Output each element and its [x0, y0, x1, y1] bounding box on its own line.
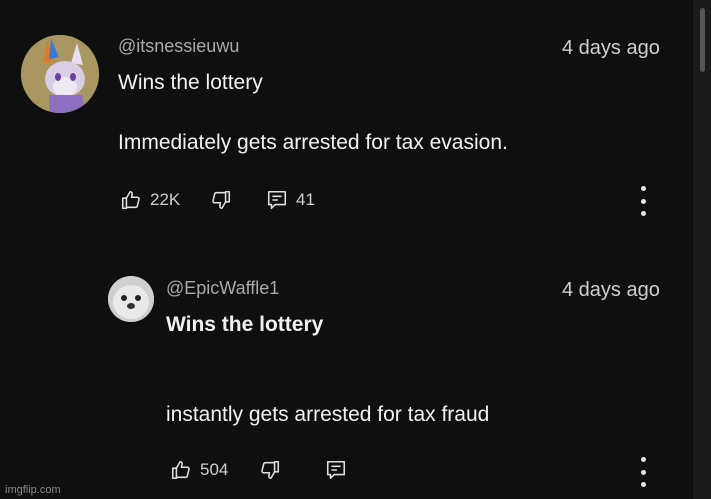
- more-vert-icon-dot: [640, 469, 646, 475]
- thumbs-down-icon: [210, 189, 232, 211]
- more-vert-icon-dot: [640, 186, 646, 191]
- comment-thread: @itsnessieuwu 4 days ago Wins the lotter…: [0, 0, 690, 240]
- comment-text-line: Wins the lottery: [118, 71, 263, 94]
- thumbs-up-icon: [170, 459, 192, 481]
- dislike-button[interactable]: [259, 459, 281, 481]
- reply-icon: [266, 189, 288, 211]
- comment-author-handle[interactable]: @itsnessieuwu: [118, 36, 239, 57]
- more-vert-icon-dot: [640, 457, 646, 462]
- watermark: imgflip.com: [5, 484, 61, 496]
- thumbs-up-icon: [120, 189, 142, 211]
- scrollbar[interactable]: [693, 0, 711, 499]
- like-button[interactable]: 22K: [120, 189, 180, 211]
- like-count: 504: [200, 460, 229, 479]
- avatar-seal-image: [108, 276, 154, 322]
- reply-count: 41: [296, 190, 315, 209]
- comment-text-line: Wins the lottery: [166, 313, 324, 336]
- more-vert-icon-dot: [640, 198, 646, 204]
- thumbs-down-icon: [259, 459, 281, 481]
- comment-text-line: Immediately gets arrested for tax evasio…: [118, 131, 508, 154]
- like-button[interactable]: 504: [170, 459, 228, 481]
- more-vert-icon-dot: [640, 211, 646, 216]
- dislike-button[interactable]: [210, 189, 232, 211]
- more-options-button[interactable]: [638, 457, 648, 487]
- comment-author-handle[interactable]: @EpicWaffle1: [166, 278, 279, 299]
- avatar[interactable]: [21, 35, 99, 113]
- scrollbar-thumb[interactable]: [700, 8, 705, 72]
- reply-button[interactable]: 41: [266, 189, 315, 211]
- more-vert-icon-dot: [640, 482, 646, 487]
- avatar-fox-character-image: [21, 35, 99, 113]
- like-count: 22K: [150, 190, 181, 209]
- comment-timestamp[interactable]: 4 days ago: [562, 37, 660, 60]
- reply-icon: [325, 459, 347, 481]
- comment-text-line: instantly gets arrested for tax fraud: [166, 403, 490, 426]
- comment-timestamp[interactable]: 4 days ago: [562, 279, 660, 302]
- reply-button[interactable]: [325, 459, 347, 481]
- avatar[interactable]: [108, 276, 154, 322]
- more-options-button[interactable]: [638, 186, 648, 216]
- reply-thread: @EpicWaffle1 4 days ago Wins the lottery…: [0, 260, 690, 499]
